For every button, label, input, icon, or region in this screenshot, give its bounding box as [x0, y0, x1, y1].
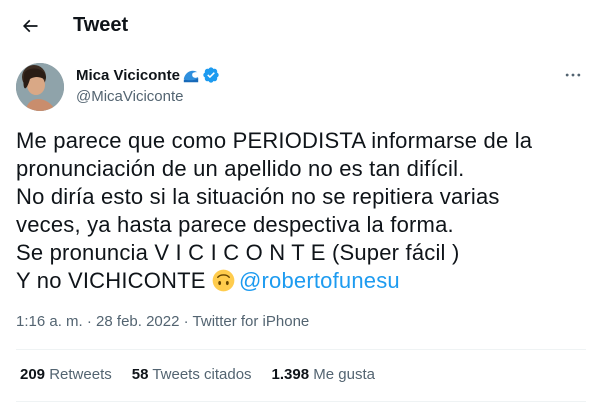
- tweet-meta: 1:16 a. m. · 28 feb. 2022 · Twitter for …: [16, 313, 309, 330]
- quote-tweets-label: Tweets citados: [152, 366, 252, 383]
- verified-badge-icon: [203, 67, 219, 83]
- arrow-left-icon: [22, 19, 38, 33]
- divider: [16, 401, 586, 402]
- retweets-label: Retweets: [49, 366, 112, 383]
- more-button[interactable]: [560, 64, 586, 86]
- tweet-line-3: No diría esto si la situación no se repi…: [16, 184, 500, 209]
- tweet-line-1: Me parece que como PERIODISTA informarse…: [16, 128, 533, 153]
- likes-label: Me gusta: [313, 366, 375, 383]
- handle[interactable]: @MicaViciconte: [76, 88, 220, 105]
- meta-separator: ·: [82, 313, 97, 330]
- likes-count: 1.398: [271, 366, 310, 383]
- back-button[interactable]: [14, 10, 46, 42]
- tweet-line-4: veces, ya hasta parece despectiva la for…: [16, 212, 454, 237]
- mention-link[interactable]: @robertofunesu: [239, 268, 400, 293]
- wave-emoji-icon: [183, 70, 199, 83]
- tweet-source[interactable]: Twitter for iPhone: [193, 313, 310, 330]
- more-horizontal-icon: [565, 73, 581, 77]
- avatar-photo: [16, 63, 64, 111]
- quote-tweets-count: 58: [131, 366, 149, 383]
- likes-stat[interactable]: 1.398 Me gusta: [272, 366, 375, 383]
- tweet-text: Me parece que como PERIODISTA informarse…: [16, 127, 591, 295]
- quote-tweets-stat[interactable]: 58 Tweets citados: [132, 366, 252, 383]
- display-name[interactable]: Mica Viciconte: [76, 67, 180, 84]
- tweet-line-5: Se pronuncia V I C I C O N T E (Super fá…: [16, 240, 460, 265]
- page-title: Tweet: [73, 14, 129, 36]
- tweet-stats: 209 Retweets 58 Tweets citados 1.398 Me …: [20, 366, 395, 383]
- tweet-line-6: Y no VICHICONTE: [16, 268, 212, 293]
- divider: [16, 349, 586, 350]
- retweets-stat[interactable]: 209 Retweets: [20, 366, 112, 383]
- retweets-count: 209: [20, 366, 46, 383]
- upside-down-face-emoji-icon: [212, 269, 235, 292]
- author-block: Mica Viciconte @MicaViciconte: [76, 64, 220, 105]
- tweet-time[interactable]: 1:16 a. m.: [16, 313, 83, 330]
- avatar[interactable]: [16, 63, 64, 111]
- top-bar: Tweet: [0, 0, 602, 52]
- tweet-line-2: pronunciación de un apellido no es tan d…: [16, 156, 465, 181]
- meta-separator: ·: [179, 313, 193, 330]
- tweet-date[interactable]: 28 feb. 2022: [96, 313, 179, 330]
